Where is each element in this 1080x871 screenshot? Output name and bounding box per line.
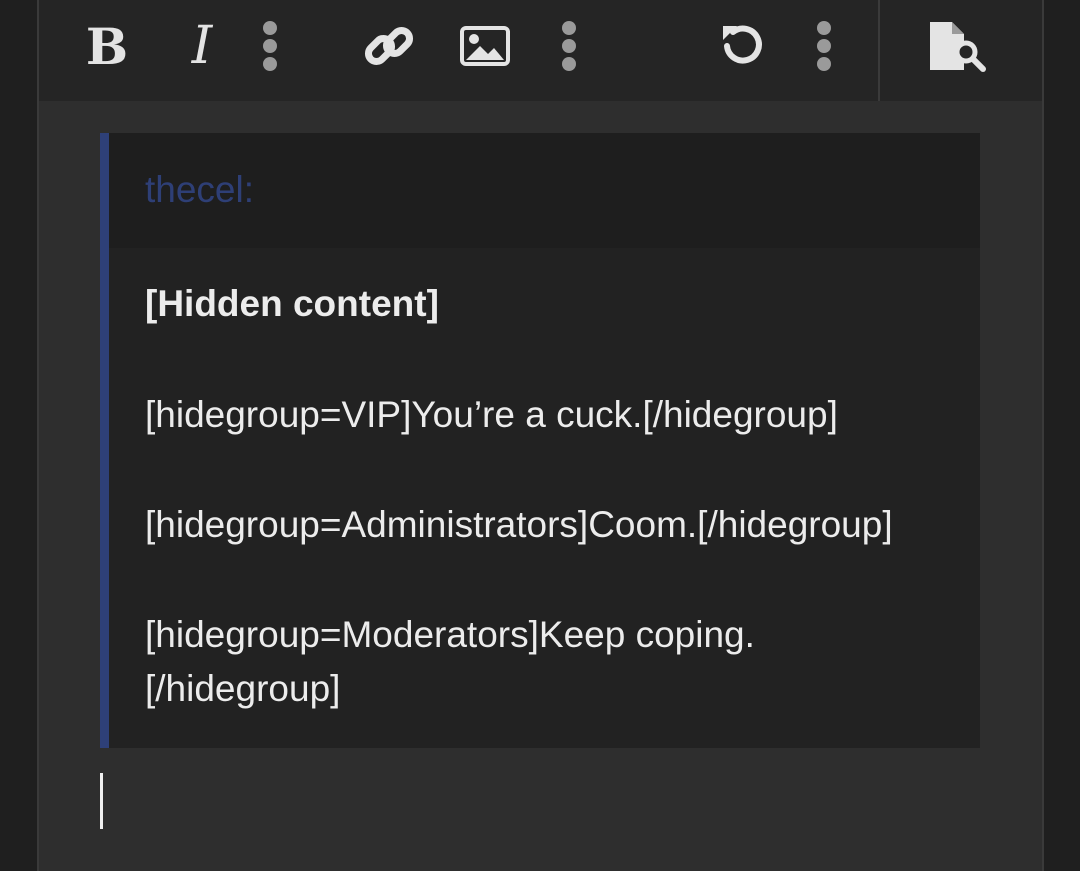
undo-icon — [723, 25, 762, 64]
preview-document-icon — [930, 22, 986, 72]
bold-button[interactable]: B — [75, 14, 139, 78]
quote-line: [Hidden content] — [145, 283, 439, 324]
quote-block: thecel: [Hidden content] [hidegroup=VIP]… — [100, 133, 980, 748]
image-icon — [460, 26, 510, 66]
more-vertical-icon — [817, 21, 831, 71]
quote-line: [hidegroup=Moderators]Keep coping. — [145, 614, 755, 655]
quote-line: [/hidegroup] — [145, 668, 341, 709]
editor-toolbar: B I — [39, 0, 1042, 101]
bold-icon: B — [85, 16, 129, 76]
quote-author: thecel: — [145, 169, 255, 210]
link-icon — [364, 26, 414, 66]
italic-button[interactable]: I — [170, 14, 234, 78]
italic-icon: I — [191, 16, 213, 76]
quote-line: [hidegroup=VIP]You’re a cuck.[/hidegroup… — [145, 394, 838, 435]
editor-frame: B I thecel: [Hidden content] [hidegroup=… — [37, 0, 1044, 871]
link-button[interactable] — [357, 14, 421, 78]
quote-line: [hidegroup=Administrators]Coom.[/hidegro… — [145, 504, 893, 545]
quote-header: thecel: — [109, 133, 980, 248]
image-button[interactable] — [453, 14, 517, 78]
more-vertical-icon — [562, 21, 576, 71]
undo-button[interactable] — [709, 14, 773, 78]
more-insert-options-button[interactable] — [554, 14, 584, 78]
more-text-options-button[interactable] — [255, 14, 285, 78]
editor-content-area[interactable]: thecel: [Hidden content] [hidegroup=VIP]… — [39, 101, 1042, 871]
text-caret — [100, 773, 103, 829]
more-vertical-icon — [263, 21, 277, 71]
toolbar-divider — [878, 0, 880, 101]
preview-button[interactable] — [925, 14, 989, 78]
more-options-button[interactable] — [809, 14, 839, 78]
